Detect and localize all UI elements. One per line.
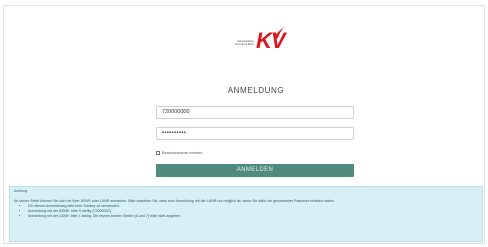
remember-label: Benutzername merken	[162, 150, 203, 155]
notice-item: Anmeldung mit der LANR: bitte 7-stellig.…	[28, 214, 478, 219]
remember-checkbox[interactable]	[156, 151, 160, 155]
remember-username[interactable]: Benutzername merken	[156, 150, 202, 156]
logo-flame-icon	[274, 27, 284, 38]
logo-org-name: Kassenärztliche Vereinigung Berlin	[226, 40, 254, 46]
password-input[interactable]: ••••••••••	[156, 127, 354, 140]
logo-org-line2: Vereinigung Berlin	[234, 43, 254, 46]
notice-list: Für diesen Anmeldeweg bitte kein Yubikey…	[14, 204, 478, 219]
login-title: ANMELDUNG	[227, 86, 285, 95]
login-button[interactable]: ANMELDEN	[156, 164, 354, 177]
login-page: Kassenärztliche Vereinigung Berlin KV AN…	[3, 5, 485, 244]
username-input[interactable]: 720000000	[156, 106, 354, 119]
notice-title: Achtung	[14, 189, 28, 193]
notice-box: Achtung An dieser Stelle können Sie sich…	[9, 186, 483, 242]
kv-berlin-logo: Kassenärztliche Vereinigung Berlin KV	[226, 26, 290, 56]
